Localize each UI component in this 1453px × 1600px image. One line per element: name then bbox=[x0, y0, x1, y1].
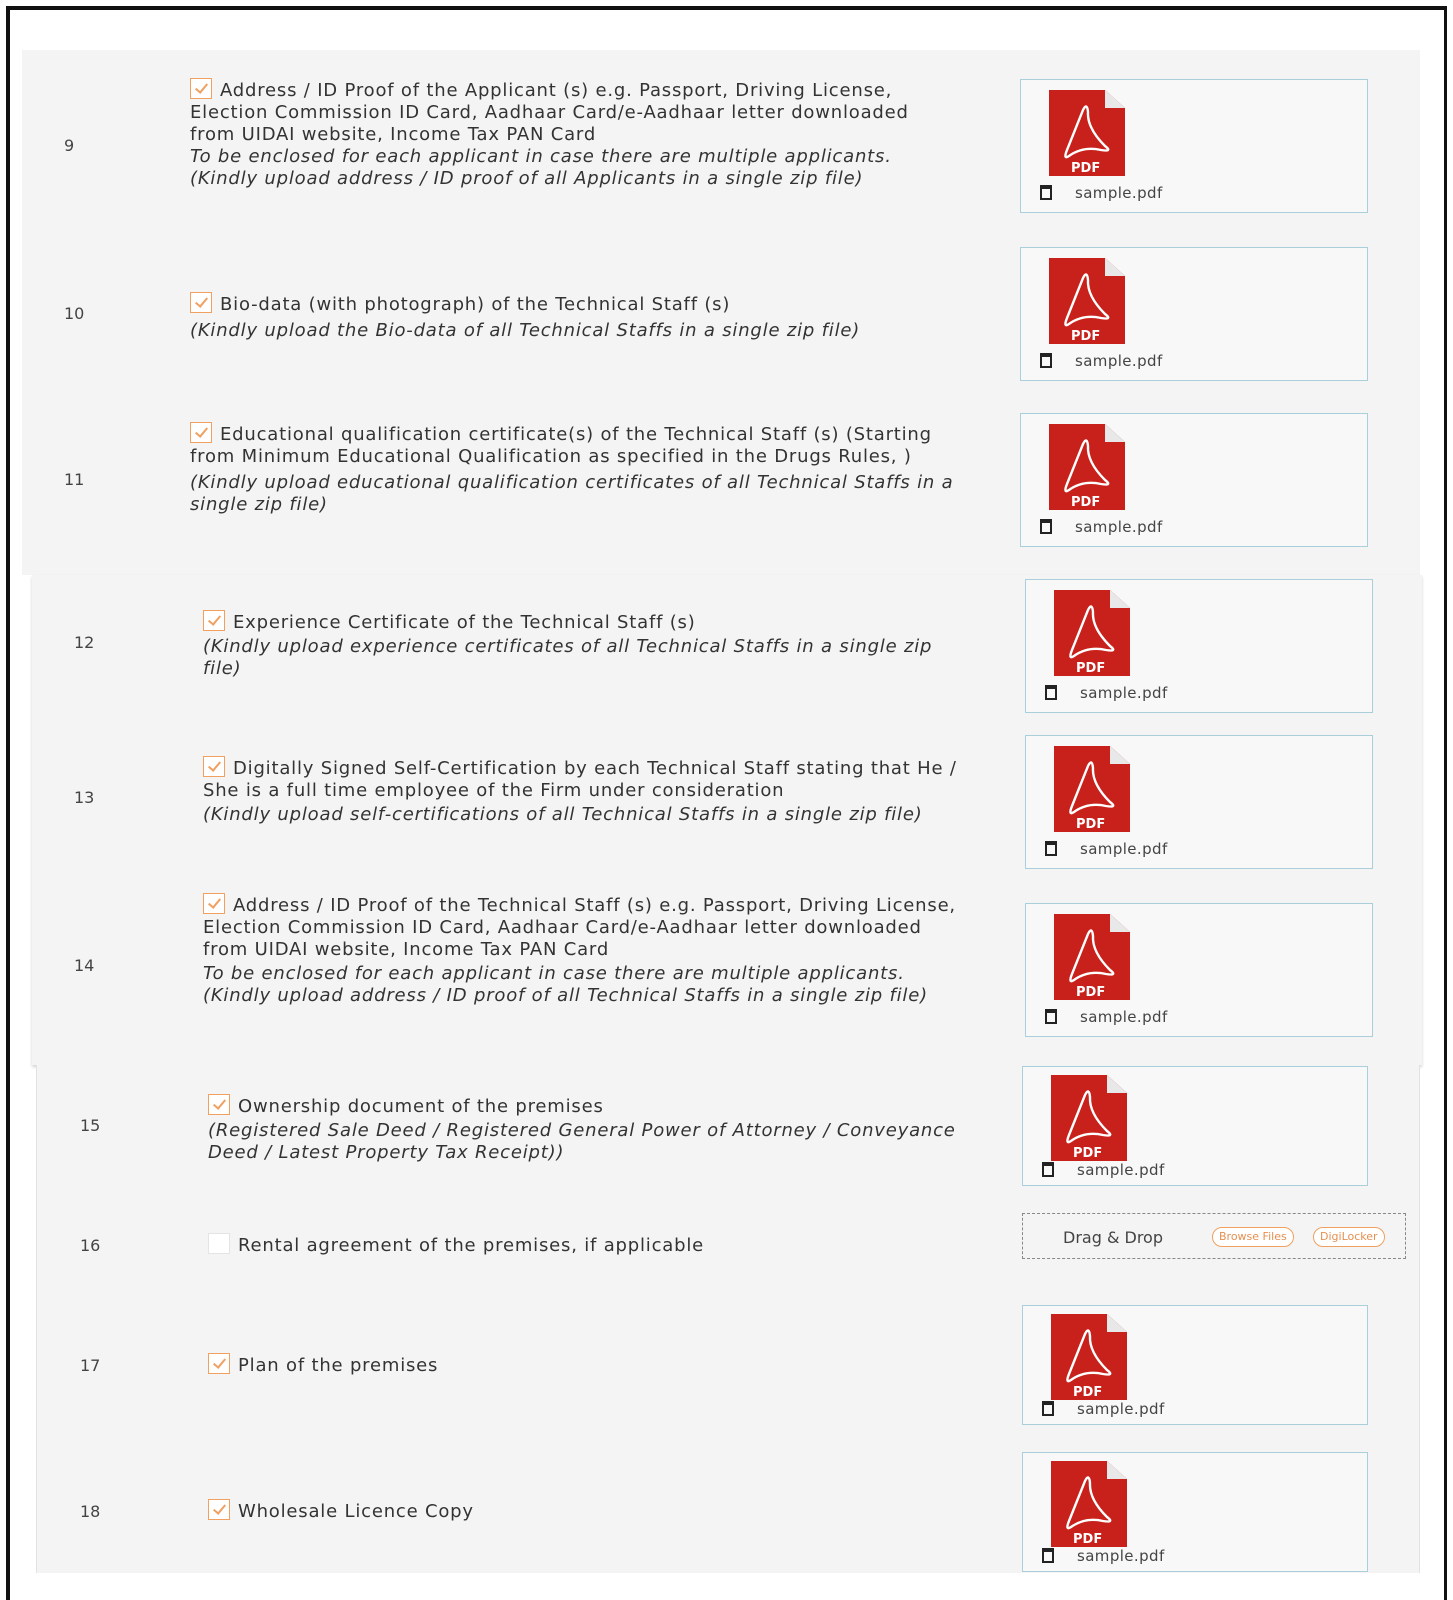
uploaded-file-card: PDF sample.pdf bbox=[1025, 903, 1373, 1037]
svg-text:PDF: PDF bbox=[1076, 985, 1105, 1000]
row-number: 16 bbox=[80, 1236, 101, 1255]
document-checkbox[interactable] bbox=[208, 1233, 230, 1254]
delete-icon[interactable] bbox=[1044, 840, 1058, 856]
row-label: Ownership document of the premises (Regi… bbox=[208, 1094, 968, 1164]
file-dropzone[interactable]: Drag & Drop Browse Files DigiLocker bbox=[1022, 1213, 1406, 1259]
document-note: To be enclosed for each applicant in cas… bbox=[190, 146, 892, 167]
document-checkbox[interactable] bbox=[203, 893, 225, 914]
document-title: Experience Certificate of the Technical … bbox=[233, 612, 696, 633]
row-label: Digitally Signed Self-Certification by e… bbox=[203, 756, 973, 826]
pdf-file-icon: PDF bbox=[1054, 746, 1130, 832]
document-note: To be enclosed for each applicant in cas… bbox=[203, 963, 905, 984]
pdf-file-icon: PDF bbox=[1054, 914, 1130, 1000]
row-label: Experience Certificate of the Technical … bbox=[203, 610, 963, 680]
document-title: Digitally Signed Self-Certification by e… bbox=[203, 758, 957, 801]
document-checkbox[interactable] bbox=[203, 610, 225, 631]
document-checkbox[interactable] bbox=[190, 78, 212, 99]
row-number: 12 bbox=[74, 633, 95, 652]
uploaded-file-card: PDF sample.pdf bbox=[1022, 1452, 1368, 1572]
delete-icon[interactable] bbox=[1044, 684, 1058, 700]
document-title: Address / ID Proof of the Applicant (s) … bbox=[190, 80, 909, 145]
document-checkbox[interactable] bbox=[190, 292, 212, 313]
document-note: (Kindly upload self-certifications of al… bbox=[203, 804, 923, 825]
svg-text:PDF: PDF bbox=[1071, 329, 1100, 344]
row-number: 13 bbox=[74, 788, 95, 807]
uploaded-file-card: PDF sample.pdf bbox=[1025, 735, 1373, 869]
document-note: (Registered Sale Deed / Registered Gener… bbox=[208, 1120, 956, 1163]
row-number: 10 bbox=[64, 304, 85, 323]
document-note: (Kindly upload educational qualification… bbox=[190, 472, 954, 515]
dropzone-label: Drag & Drop bbox=[1063, 1228, 1163, 1247]
document-note: (Kindly upload address / ID proof of all… bbox=[203, 985, 928, 1006]
delete-icon[interactable] bbox=[1039, 518, 1053, 534]
row-label: Educational qualification certificate(s)… bbox=[190, 422, 960, 516]
row-number: 17 bbox=[80, 1356, 101, 1375]
browse-files-button[interactable]: Browse Files bbox=[1212, 1227, 1294, 1247]
file-name[interactable]: sample.pdf bbox=[1077, 1400, 1165, 1418]
pdf-file-icon: PDF bbox=[1051, 1461, 1127, 1547]
row-label: Address / ID Proof of the Applicant (s) … bbox=[190, 78, 950, 190]
document-title: Rental agreement of the premises, if app… bbox=[238, 1235, 705, 1256]
uploaded-file-card: PDF sample.pdf bbox=[1022, 1305, 1368, 1425]
uploaded-file-card: PDF sample.pdf bbox=[1020, 79, 1368, 213]
pdf-file-icon: PDF bbox=[1049, 90, 1125, 176]
row-label: Plan of the premises bbox=[208, 1353, 968, 1377]
svg-text:PDF: PDF bbox=[1073, 1146, 1102, 1161]
pdf-file-icon: PDF bbox=[1054, 590, 1130, 676]
document-checkbox[interactable] bbox=[203, 756, 225, 777]
delete-icon[interactable] bbox=[1044, 1008, 1058, 1024]
file-name[interactable]: sample.pdf bbox=[1080, 1008, 1168, 1026]
pdf-file-icon: PDF bbox=[1049, 424, 1125, 510]
file-name[interactable]: sample.pdf bbox=[1077, 1547, 1165, 1565]
document-note: (Kindly upload experience certificates o… bbox=[203, 636, 933, 679]
document-title: Bio-data (with photograph) of the Techni… bbox=[220, 294, 731, 315]
pdf-file-icon: PDF bbox=[1051, 1075, 1127, 1161]
uploaded-file-card: PDF sample.pdf bbox=[1025, 579, 1373, 713]
svg-text:PDF: PDF bbox=[1071, 161, 1100, 176]
digilocker-button[interactable]: DigiLocker bbox=[1313, 1227, 1385, 1247]
file-name[interactable]: sample.pdf bbox=[1075, 352, 1163, 370]
delete-icon[interactable] bbox=[1041, 1547, 1055, 1563]
row-number: 18 bbox=[80, 1502, 101, 1521]
delete-icon[interactable] bbox=[1039, 352, 1053, 368]
document-title: Address / ID Proof of the Technical Staf… bbox=[203, 895, 956, 960]
document-title: Ownership document of the premises bbox=[238, 1096, 604, 1117]
row-label: Wholesale Licence Copy bbox=[208, 1499, 968, 1523]
row-label: Bio-data (with photograph) of the Techni… bbox=[190, 292, 950, 342]
delete-icon[interactable] bbox=[1039, 184, 1053, 200]
file-name[interactable]: sample.pdf bbox=[1080, 840, 1168, 858]
document-checkbox[interactable] bbox=[208, 1499, 230, 1520]
document-checkbox[interactable] bbox=[208, 1094, 230, 1115]
document-title: Plan of the premises bbox=[238, 1355, 439, 1376]
document-checkbox[interactable] bbox=[208, 1353, 230, 1374]
row-number: 9 bbox=[64, 136, 75, 155]
document-note: (Kindly upload address / ID proof of all… bbox=[190, 168, 864, 189]
file-name[interactable]: sample.pdf bbox=[1075, 184, 1163, 202]
delete-icon[interactable] bbox=[1041, 1161, 1055, 1177]
svg-text:PDF: PDF bbox=[1076, 661, 1105, 676]
svg-text:PDF: PDF bbox=[1073, 1385, 1102, 1400]
file-name[interactable]: sample.pdf bbox=[1077, 1161, 1165, 1179]
svg-text:PDF: PDF bbox=[1071, 495, 1100, 510]
svg-text:PDF: PDF bbox=[1076, 817, 1105, 832]
svg-text:PDF: PDF bbox=[1073, 1532, 1102, 1547]
delete-icon[interactable] bbox=[1041, 1400, 1055, 1416]
row-label: Address / ID Proof of the Technical Staf… bbox=[203, 893, 973, 1007]
document-title: Educational qualification certificate(s)… bbox=[190, 424, 932, 467]
pdf-file-icon: PDF bbox=[1049, 258, 1125, 344]
document-checkbox[interactable] bbox=[190, 422, 212, 443]
row-number: 11 bbox=[64, 470, 85, 489]
file-name[interactable]: sample.pdf bbox=[1075, 518, 1163, 536]
uploaded-file-card: PDF sample.pdf bbox=[1020, 247, 1368, 381]
row-number: 15 bbox=[80, 1116, 101, 1135]
file-name[interactable]: sample.pdf bbox=[1080, 684, 1168, 702]
uploaded-file-card: PDF sample.pdf bbox=[1020, 413, 1368, 547]
document-title: Wholesale Licence Copy bbox=[238, 1501, 474, 1522]
row-label: Rental agreement of the premises, if app… bbox=[208, 1233, 968, 1257]
uploaded-file-card: PDF sample.pdf bbox=[1022, 1066, 1368, 1186]
document-note: (Kindly upload the Bio-data of all Techn… bbox=[190, 320, 861, 341]
row-number: 14 bbox=[74, 956, 95, 975]
pdf-file-icon: PDF bbox=[1051, 1314, 1127, 1400]
